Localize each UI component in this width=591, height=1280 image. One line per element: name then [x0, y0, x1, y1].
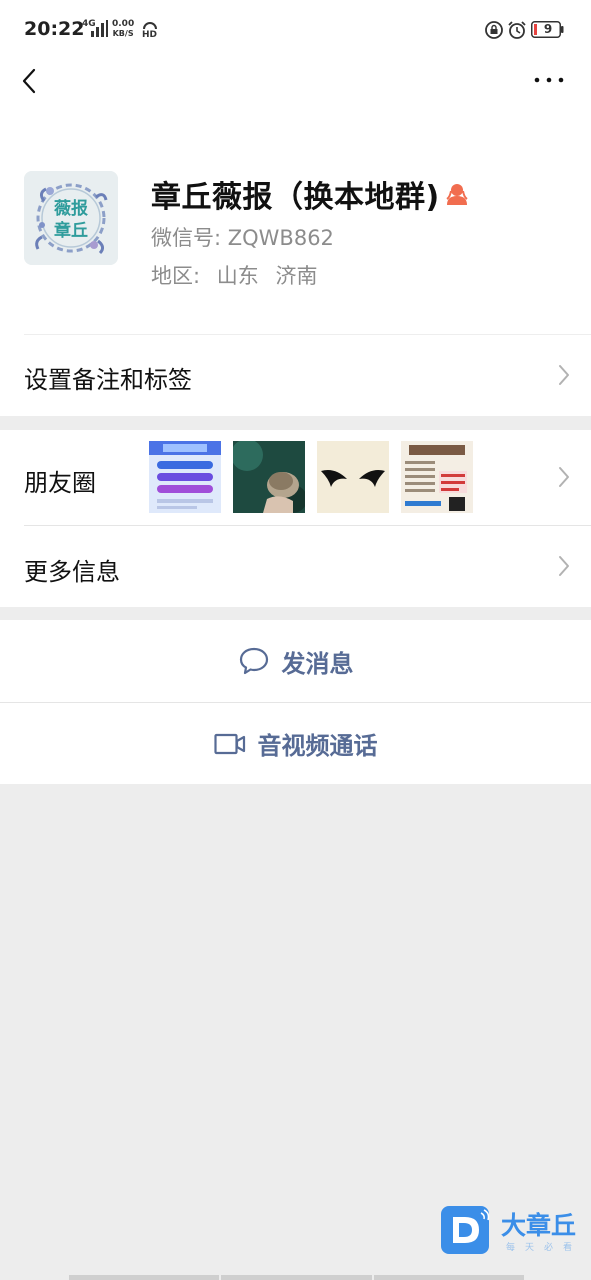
moments-row[interactable]: 朋友圈: [0, 430, 591, 525]
brand-slogan: 每天必看: [506, 1243, 583, 1253]
status-time: 20:22: [24, 18, 85, 40]
signal-icon: [91, 20, 108, 37]
rotation-lock-icon: [485, 21, 503, 39]
nav-bar: [0, 62, 591, 134]
back-icon[interactable]: [16, 66, 46, 96]
gesture-segment: [373, 1275, 524, 1280]
region-label: 地区:: [151, 264, 201, 288]
avatar[interactable]: 薇报 章丘: [24, 171, 118, 265]
region-city: 济南: [275, 264, 318, 288]
moments-thumbnail[interactable]: [401, 441, 473, 513]
chat-bubble-icon: [239, 647, 268, 675]
speed-unit: KB/S: [112, 29, 134, 38]
svg-text:HD: HD: [142, 30, 157, 38]
moments-thumbnail[interactable]: [149, 441, 221, 513]
chevron-right-icon: [559, 365, 569, 385]
brand-name: 大章丘: [501, 1211, 577, 1240]
divider: [0, 702, 591, 703]
battery-level: 9: [543, 22, 553, 36]
divider: [24, 525, 591, 526]
more-icon[interactable]: [532, 70, 566, 90]
avatar-wreath-image: 薇报 章丘: [24, 171, 118, 265]
gesture-segment: [69, 1275, 220, 1280]
contact-name: 章丘薇报（换本地群): [151, 180, 440, 215]
moments-thumbnail[interactable]: [317, 441, 389, 513]
chevron-right-icon: [559, 556, 569, 576]
hd-icon: HD: [142, 22, 157, 38]
moments-thumbnail[interactable]: [233, 441, 305, 513]
moments-label: 朋友圈: [24, 469, 96, 497]
more-info-row[interactable]: 更多信息: [0, 525, 591, 607]
video-call-label: 音视频通话: [257, 732, 378, 760]
name-row: 章丘薇报（换本地群): [151, 174, 470, 215]
video-call-button[interactable]: 音视频通话: [0, 702, 591, 784]
chevron-right-icon: [559, 467, 569, 487]
remark-row[interactable]: 设置备注和标签: [0, 334, 591, 416]
avatar-text-top: 薇报: [53, 198, 88, 219]
female-icon: [446, 184, 468, 205]
divider: [24, 334, 591, 335]
region-province: 山东: [216, 264, 259, 288]
speed-value: 0.00: [112, 19, 135, 29]
region: 地区: 山东 济南: [151, 260, 327, 290]
send-message-label: 发消息: [281, 649, 354, 678]
send-message-button[interactable]: 发消息: [0, 620, 591, 702]
network-speed: 0.00 KB/S: [112, 19, 135, 39]
video-camera-icon: [213, 733, 245, 754]
alarm-icon: [508, 21, 526, 39]
gesture-segment: [221, 1275, 372, 1280]
remark-label: 设置备注和标签: [24, 366, 192, 394]
avatar-text-bottom: 章丘: [54, 220, 88, 241]
status-bar: 20:22 4G 0.00 KB/S HD 9: [0, 0, 591, 62]
moments-thumbnails: [149, 441, 473, 513]
gesture-bar: [69, 1275, 524, 1280]
profile-card: 薇报 章丘 章丘薇报（换本地群) 微信号: ZQWB862 地区: 山东 济南: [0, 134, 591, 334]
more-info-label: 更多信息: [24, 558, 120, 586]
wechat-id: 微信号: ZQWB862: [151, 226, 334, 250]
